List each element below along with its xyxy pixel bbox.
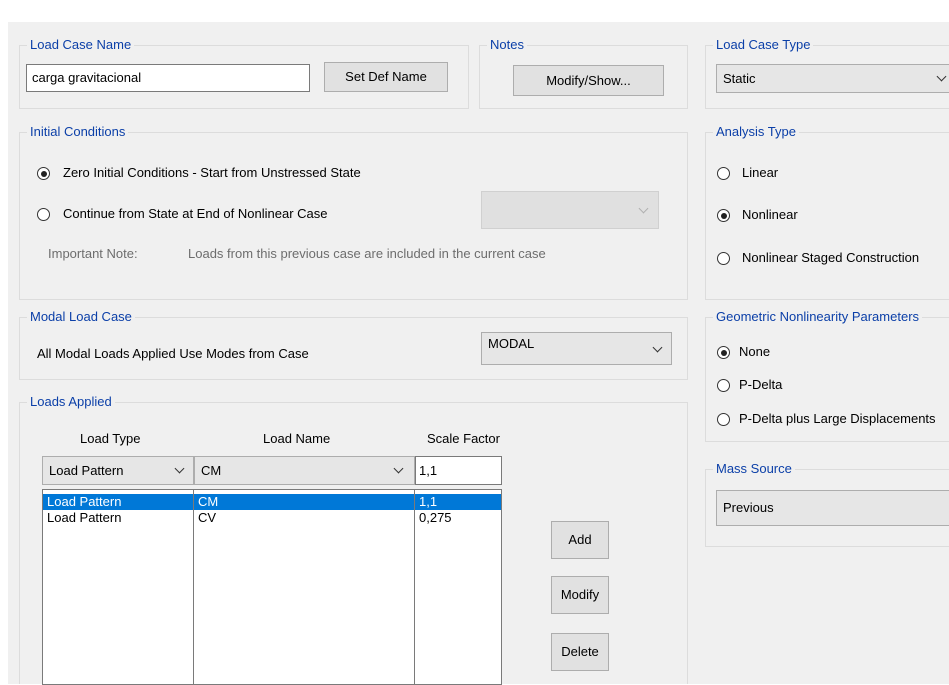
radio-selected-dot (40, 170, 47, 177)
list-item[interactable]: CV (194, 510, 414, 526)
continue-from-state-radio[interactable] (37, 208, 50, 221)
load-case-data-dialog: Load Case Name carga gravitacional Set D… (8, 22, 949, 685)
modal-case-select[interactable]: MODAL (481, 332, 672, 365)
mass-source-group: Mass Source Previous (705, 461, 949, 547)
none-radio[interactable] (717, 346, 730, 359)
load-case-name-group: Load Case Name carga gravitacional Set D… (19, 37, 469, 109)
list-item[interactable]: 0,275 (415, 510, 501, 526)
modal-loads-label: All Modal Loads Applied Use Modes from C… (37, 346, 309, 361)
initial-conditions-title: Initial Conditions (27, 124, 129, 140)
mass-source-value: Previous (723, 500, 774, 515)
load-type-value: Load Pattern (49, 463, 124, 478)
chevron-down-icon (936, 71, 947, 82)
load-type-header: Load Type (80, 431, 141, 446)
nonlinear-staged-construction-label: Nonlinear Staged Construction (742, 250, 920, 265)
important-note-label: Important Note: (48, 246, 138, 261)
add-button[interactable]: Add (551, 521, 609, 559)
geometric-nonlinearity-group: Geometric Nonlinearity Parameters None P… (705, 309, 949, 442)
load-name-list[interactable]: CM CV (193, 489, 415, 685)
important-note-text: Loads from this previous case are includ… (188, 246, 546, 261)
p-delta-radio[interactable] (717, 379, 730, 392)
modify-button[interactable]: Modify (551, 576, 609, 614)
nonlinear-case-select[interactable] (481, 191, 659, 229)
notes-group: Notes Modify/Show... (479, 37, 688, 109)
load-case-type-title: Load Case Type (713, 37, 814, 53)
load-case-type-group: Load Case Type Static (705, 37, 949, 109)
delete-button[interactable]: Delete (551, 633, 609, 671)
load-name-header: Load Name (263, 431, 331, 446)
nonlinear-radio[interactable] (717, 209, 730, 222)
linear-radio[interactable] (717, 167, 730, 180)
load-type-list[interactable]: Load Pattern Load Pattern (42, 489, 194, 685)
radio-selected-dot (720, 212, 727, 219)
zero-initial-conditions-label: Zero Initial Conditions - Start from Uns… (63, 165, 361, 180)
zero-initial-conditions-radio[interactable] (37, 167, 50, 180)
p-delta-large-displacements-label: P-Delta plus Large Displacements (739, 411, 936, 426)
linear-label: Linear (742, 165, 779, 180)
scale-factor-header: Scale Factor (427, 431, 500, 446)
chevron-down-icon (652, 342, 663, 353)
nonlinear-label: Nonlinear (742, 207, 798, 222)
mass-source-title: Mass Source (713, 461, 795, 477)
continue-from-state-label: Continue from State at End of Nonlinear … (63, 206, 328, 221)
loads-applied-group: Loads Applied Load Type Load Name Scale … (19, 394, 688, 685)
analysis-type-group: Analysis Type Linear Nonlinear Nonlinear… (705, 124, 949, 300)
p-delta-large-displacements-radio[interactable] (717, 413, 730, 426)
analysis-type-title: Analysis Type (713, 124, 799, 140)
radio-selected-dot (720, 349, 727, 356)
scale-factor-list[interactable]: 1,1 0,275 (414, 489, 502, 685)
load-case-name-title: Load Case Name (27, 37, 135, 53)
load-case-type-select[interactable]: Static (716, 64, 949, 93)
list-item[interactable]: Load Pattern (43, 494, 193, 510)
chevron-down-icon (174, 463, 185, 474)
load-type-select[interactable]: Load Pattern (42, 456, 194, 485)
list-item[interactable]: CM (194, 494, 414, 510)
load-case-type-value: Static (723, 71, 756, 86)
chevron-down-icon (393, 463, 404, 474)
modify-show-notes-button[interactable]: Modify/Show... (513, 65, 664, 96)
load-case-name-input[interactable]: carga gravitacional (26, 64, 310, 92)
set-def-name-button[interactable]: Set Def Name (324, 62, 448, 92)
list-item[interactable]: 1,1 (415, 494, 501, 510)
none-label: None (739, 344, 771, 359)
load-name-value: CM (201, 463, 222, 478)
load-name-select[interactable]: CM (194, 456, 415, 485)
list-item[interactable]: Load Pattern (43, 510, 193, 526)
loads-applied-title: Loads Applied (27, 394, 115, 410)
modal-load-case-title: Modal Load Case (27, 309, 135, 325)
scale-factor-input[interactable]: 1,1 (415, 456, 502, 485)
modal-load-case-group: Modal Load Case All Modal Loads Applied … (19, 309, 688, 380)
geometric-nonlinearity-title: Geometric Nonlinearity Parameters (713, 309, 923, 325)
nonlinear-staged-construction-radio[interactable] (717, 252, 730, 265)
chevron-down-icon (638, 203, 649, 214)
mass-source-select[interactable]: Previous (716, 490, 949, 526)
modal-case-value: MODAL (488, 336, 535, 351)
notes-title: Notes (487, 37, 527, 53)
p-delta-label: P-Delta (739, 377, 783, 392)
initial-conditions-group: Initial Conditions Zero Initial Conditio… (19, 124, 688, 300)
